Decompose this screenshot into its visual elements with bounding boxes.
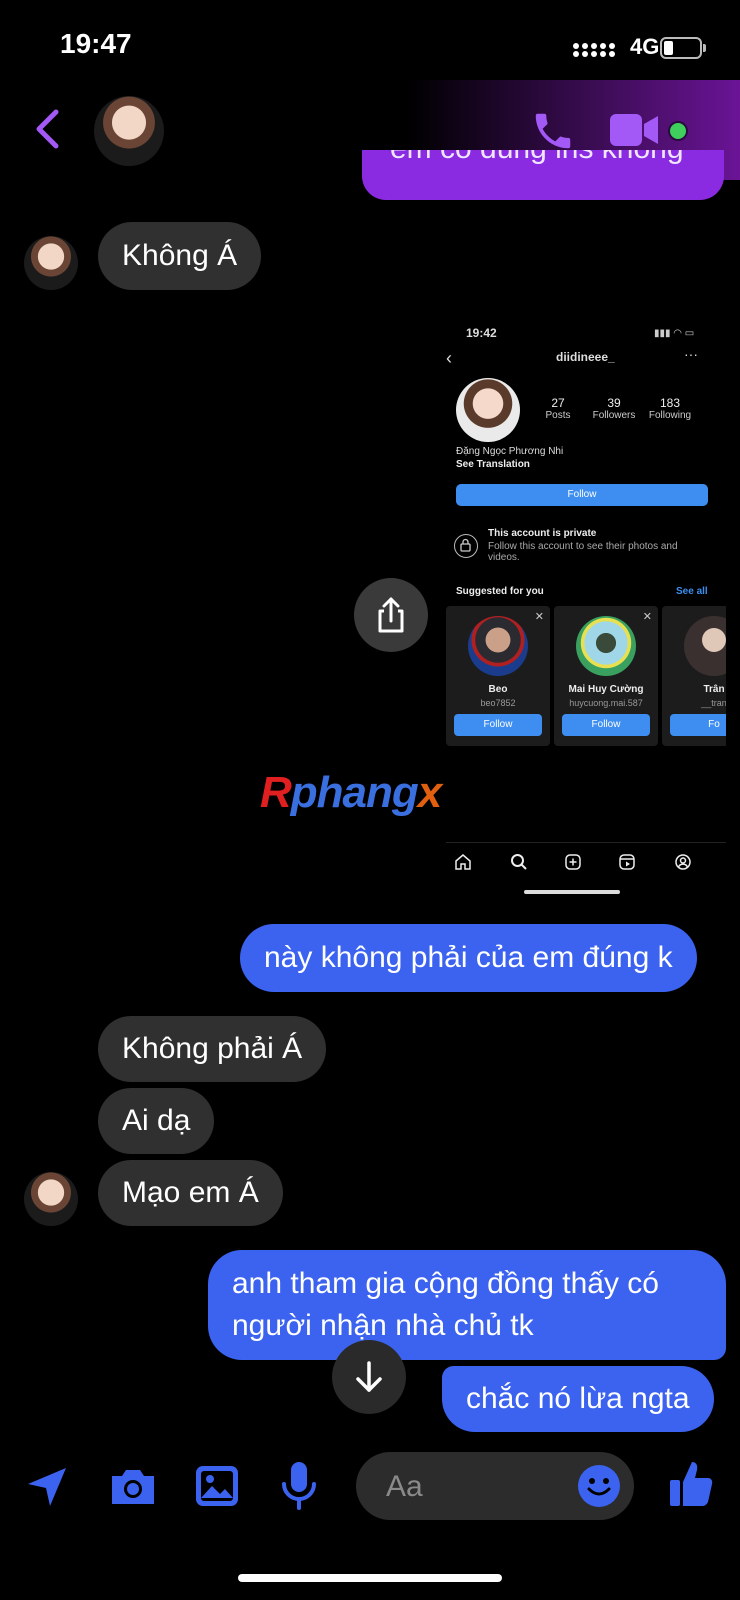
ig-suggestion-card: ✕ Beo beo7852 Follow	[446, 606, 550, 746]
ig-home-indicator	[524, 890, 620, 894]
arrow-down-icon	[356, 1361, 382, 1392]
suggestion-avatar	[684, 616, 726, 676]
watermark-logo: Rphangx	[260, 768, 442, 817]
home-icon	[455, 854, 471, 870]
location-send-icon[interactable]	[24, 1464, 70, 1510]
ig-private-title: This account is private	[488, 528, 597, 539]
ig-username: diidineee_	[556, 350, 615, 364]
screenshot-status-icons: ▮▮▮ ◠ ▭	[654, 328, 695, 339]
emoji-icon[interactable]	[578, 1465, 620, 1507]
ig-private-subtitle: Follow this account to see their photos …	[488, 541, 678, 563]
contact-avatar[interactable]	[94, 96, 164, 166]
status-bar: 19:47 4G	[0, 0, 740, 80]
ig-profile-picture	[456, 378, 520, 442]
message-bubble-outgoing[interactable]: anh tham gia cộng đồng thấy có người nhậ…	[208, 1250, 726, 1360]
ig-see-all-link: See all	[676, 586, 708, 597]
ig-suggested-title: Suggested for you	[456, 586, 544, 597]
share-icon	[378, 597, 404, 633]
back-chevron-icon[interactable]	[34, 108, 60, 150]
status-time: 19:47	[60, 28, 132, 59]
microphone-icon[interactable]	[280, 1460, 318, 1512]
video-call-icon[interactable]	[608, 112, 660, 148]
ig-followers-stat: 39 Followers	[592, 396, 636, 421]
ig-full-name: Đặng Ngọc Phương Nhi	[456, 446, 564, 457]
message-bubble-incoming[interactable]: Không phải Á	[98, 1016, 327, 1082]
ig-suggestion-card: ✕ Mai Huy Cường huycuong.mai.587 Follow	[554, 606, 658, 746]
message-bubble-incoming[interactable]: Mạo em Á	[98, 1160, 283, 1226]
scroll-to-bottom-button[interactable]	[332, 1340, 406, 1414]
search-icon	[511, 854, 527, 870]
message-bubble-incoming[interactable]: Ai dạ	[98, 1088, 215, 1154]
suggestion-avatar	[576, 616, 636, 676]
suggestion-avatar	[468, 616, 528, 676]
reels-icon	[619, 854, 635, 870]
add-post-icon	[565, 854, 581, 870]
ig-posts-stat: 27 Posts	[545, 396, 571, 421]
shared-screenshot-image[interactable]: 19:42 ▮▮▮ ◠ ▭ ‹ diidineee_ ··· 27 Posts 3…	[446, 314, 726, 914]
screenshot-status-time: 19:42	[466, 326, 497, 340]
message-bubble-outgoing[interactable]: chắc nó lừa ngta	[442, 1366, 714, 1432]
gallery-icon[interactable]	[194, 1464, 240, 1508]
message-bubble-outgoing[interactable]: em có đúng ins không	[362, 150, 724, 200]
close-icon: ✕	[534, 611, 544, 623]
thumbs-up-icon[interactable]	[668, 1458, 714, 1508]
battery-icon	[660, 37, 702, 59]
sender-avatar[interactable]	[24, 1172, 78, 1226]
ig-back-icon: ‹	[446, 348, 452, 368]
profile-icon	[675, 854, 691, 870]
ig-more-icon: ···	[684, 346, 698, 362]
message-bubble-outgoing[interactable]: này không phải của em đúng k	[240, 924, 697, 992]
message-bubble-incoming[interactable]: Không Á	[98, 222, 262, 290]
camera-icon[interactable]	[108, 1466, 158, 1508]
phone-icon[interactable]	[530, 108, 576, 154]
share-button[interactable]	[354, 578, 428, 652]
home-indicator	[238, 1574, 502, 1582]
lock-icon	[454, 534, 478, 558]
ig-see-translation: See Translation	[456, 459, 530, 470]
close-icon: ✕	[642, 611, 652, 623]
network-type: 4G	[630, 34, 660, 59]
ig-bottom-nav	[446, 842, 726, 878]
ig-following-stat: 183 Following	[648, 396, 692, 421]
signal-icon	[573, 43, 615, 57]
online-status-dot	[668, 121, 688, 141]
sender-avatar[interactable]	[24, 236, 78, 290]
ig-follow-button: Follow	[456, 484, 708, 506]
ig-suggestion-card: Trân __tran Fo	[662, 606, 726, 746]
battery-tip	[703, 44, 706, 52]
